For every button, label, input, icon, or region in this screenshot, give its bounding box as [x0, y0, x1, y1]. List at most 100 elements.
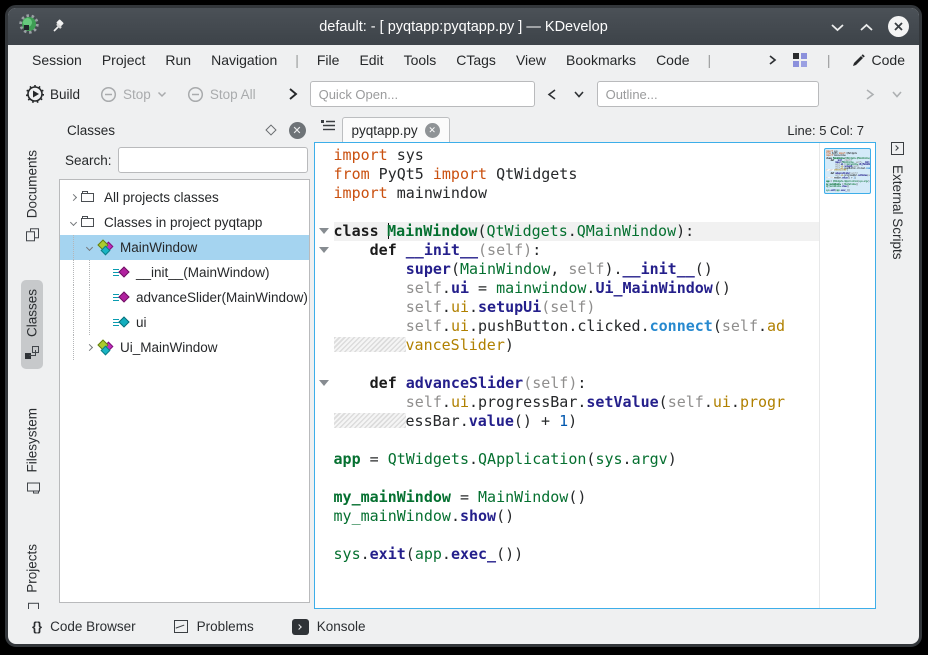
code-line[interactable]: self.ui = mainwindow.Ui_MainWindow() [334, 279, 819, 298]
tab-pyqtapp-py[interactable]: pyqtapp.py ✕ [342, 117, 450, 142]
panel-close-icon[interactable]: ✕ [289, 122, 306, 139]
attribute-icon [113, 314, 131, 331]
fold-marker-icon[interactable] [319, 228, 329, 234]
code-line[interactable]: def advanceSlider(self): [334, 374, 819, 393]
statusbar-item-label: Code Browser [50, 619, 136, 634]
code-line[interactable]: my_mainWindow = MainWindow() [334, 488, 819, 507]
tree-item-advanceslider-mainwindow-[interactable]: advanceSlider(MainWindow) [60, 285, 309, 310]
code-line[interactable]: self.ui.progressBar.setValue(self.ui.pro… [334, 393, 819, 412]
build-button[interactable]: Build [20, 82, 86, 106]
dock-tab-filesystem[interactable]: Filesystem [21, 399, 43, 505]
code-line[interactable]: from PyQt5 import QtWidgets [334, 165, 819, 184]
tree-item-label: All projects classes [104, 190, 219, 205]
minimap-scrollbar[interactable]: import sysfrom PyQt5 import QtWidgetsimp… [819, 143, 875, 608]
expander-expanded-icon[interactable] [66, 220, 81, 225]
folder-icon [81, 214, 99, 231]
expander-expanded-icon[interactable] [82, 245, 97, 250]
menu-item-code[interactable]: Code [646, 49, 699, 71]
pin-icon[interactable] [50, 19, 66, 35]
menu-item-session[interactable]: Session [22, 49, 92, 71]
dock-tab-classes[interactable]: Classes [21, 280, 43, 369]
minimize-button[interactable] [830, 22, 845, 32]
minimap-code: import sysfrom PyQt5 import QtWidgetsimp… [826, 151, 869, 192]
expander-collapsed-icon[interactable] [66, 195, 81, 200]
tree-item-ui[interactable]: ui [60, 310, 309, 335]
stop-all-button[interactable]: Stop All [181, 83, 262, 106]
pencil-icon [851, 53, 866, 68]
dock-tab-projects[interactable]: Projects [21, 535, 43, 609]
code-line[interactable]: essBar.value() + 1) [334, 412, 819, 431]
panel-detach-icon[interactable] [265, 124, 276, 135]
tree-item-ui-mainwindow[interactable]: Ui_MainWindow [60, 335, 309, 360]
tree-item-label: advanceSlider(MainWindow) [136, 290, 308, 305]
area-switcher-grid-icon[interactable] [793, 53, 807, 67]
statusbar-item-problems[interactable]: Problems [174, 619, 254, 634]
code-line[interactable]: def __init__(self): [334, 241, 819, 260]
menu-item-tools[interactable]: Tools [394, 49, 447, 71]
menu-item-view[interactable]: View [506, 49, 556, 71]
code-content[interactable]: import sysfrom PyQt5 import QtWidgetsimp… [334, 143, 819, 608]
code-line[interactable]: super(MainWindow, self).__init__() [334, 260, 819, 279]
maximize-button[interactable] [859, 22, 874, 32]
editor-tabbar: pyqtapp.py ✕ Line: 5 Col: 7 [314, 115, 876, 142]
prev-chevron-icon[interactable] [543, 88, 561, 101]
tree-item-classes-in-project-pyqtapp[interactable]: Classes in project pyqtapp [60, 210, 309, 235]
stop-button-label: Stop [123, 87, 151, 102]
tree-indent [73, 260, 82, 285]
build-button-label: Build [50, 87, 80, 102]
stop-button[interactable]: Stop [94, 83, 173, 106]
close-button[interactable] [888, 16, 909, 37]
code-area-button[interactable]: Code [851, 52, 905, 68]
tab-external-scripts[interactable]: External Scripts [887, 135, 909, 266]
down-chevron-icon[interactable] [569, 90, 589, 99]
dock-tab-documents[interactable]: Documents [21, 141, 43, 250]
tree-indent [73, 335, 82, 360]
code-line[interactable]: app = QtWidgets.QApplication(sys.argv) [334, 450, 819, 469]
document-list-icon[interactable] [320, 118, 336, 137]
tree-item-label: Classes in project pyqtapp [104, 215, 262, 230]
fold-marker-icon[interactable] [319, 247, 329, 253]
menu-item-file[interactable]: File [307, 49, 350, 71]
tree-item-all-projects-classes[interactable]: All projects classes [60, 185, 309, 210]
code-line[interactable]: my_mainWindow.show() [334, 507, 819, 526]
code-line[interactable]: import sys [334, 146, 819, 165]
menu-item-project[interactable]: Project [92, 49, 156, 71]
code-editor[interactable]: import sysfrom PyQt5 import QtWidgetsimp… [314, 142, 876, 609]
code-line[interactable]: sys.exit(app.exec_()) [826, 190, 869, 192]
menu-overflow-chevron-icon[interactable] [764, 54, 781, 66]
code-line[interactable]: app = QtWidgets.QApplication(sys.argv) [826, 181, 869, 183]
statusbar-item-label: Konsole [317, 619, 366, 634]
dock-tab-label: Filesystem [24, 408, 39, 473]
menu-item-ctags[interactable]: CTags [446, 49, 506, 71]
code-line[interactable]: vanceSlider) [334, 336, 819, 355]
code-line[interactable] [334, 526, 819, 545]
code-line[interactable] [334, 203, 819, 222]
titlebar[interactable]: default: - [ pyqtapp:pyqtapp.py ] — KDev… [8, 8, 919, 45]
quick-open-input[interactable] [310, 81, 535, 107]
tab-close-icon[interactable]: ✕ [425, 123, 440, 138]
expander-collapsed-icon[interactable] [82, 345, 97, 350]
code-line[interactable] [334, 355, 819, 374]
minimap-viewport[interactable]: import sysfrom PyQt5 import QtWidgetsimp… [824, 148, 871, 194]
code-line[interactable]: import mainwindow [334, 184, 819, 203]
menu-item-navigation[interactable]: Navigation [201, 49, 287, 71]
code-line[interactable] [334, 431, 819, 450]
menu-item-bookmarks[interactable]: Bookmarks [556, 49, 646, 71]
classes-search-input[interactable] [118, 147, 308, 173]
external-scripts-icon [890, 141, 906, 157]
outline-input[interactable] [597, 81, 819, 107]
statusbar-item-konsole[interactable]: Konsole [292, 619, 366, 635]
code-line[interactable]: self.ui.setupUi(self) [334, 298, 819, 317]
statusbar-item-code-browser[interactable]: {}Code Browser [32, 619, 136, 634]
tree-item--init-mainwindow-[interactable]: __init__(MainWindow) [60, 260, 309, 285]
toolbar-expand-chevron-icon[interactable] [284, 87, 302, 101]
left-dock-tabbar: Documents Classes Filesystem Projects [8, 113, 55, 609]
code-line[interactable]: class MainWindow(QtWidgets.QMainWindow): [334, 222, 819, 241]
tree-item-mainwindow[interactable]: MainWindow [60, 235, 309, 260]
menu-item-edit[interactable]: Edit [349, 49, 393, 71]
code-line[interactable] [334, 469, 819, 488]
code-line[interactable]: sys.exit(app.exec_()) [334, 545, 819, 564]
fold-marker-icon[interactable] [319, 380, 329, 386]
code-line[interactable]: self.ui.pushButton.clicked.connect(self.… [334, 317, 819, 336]
menu-item-run[interactable]: Run [155, 49, 201, 71]
